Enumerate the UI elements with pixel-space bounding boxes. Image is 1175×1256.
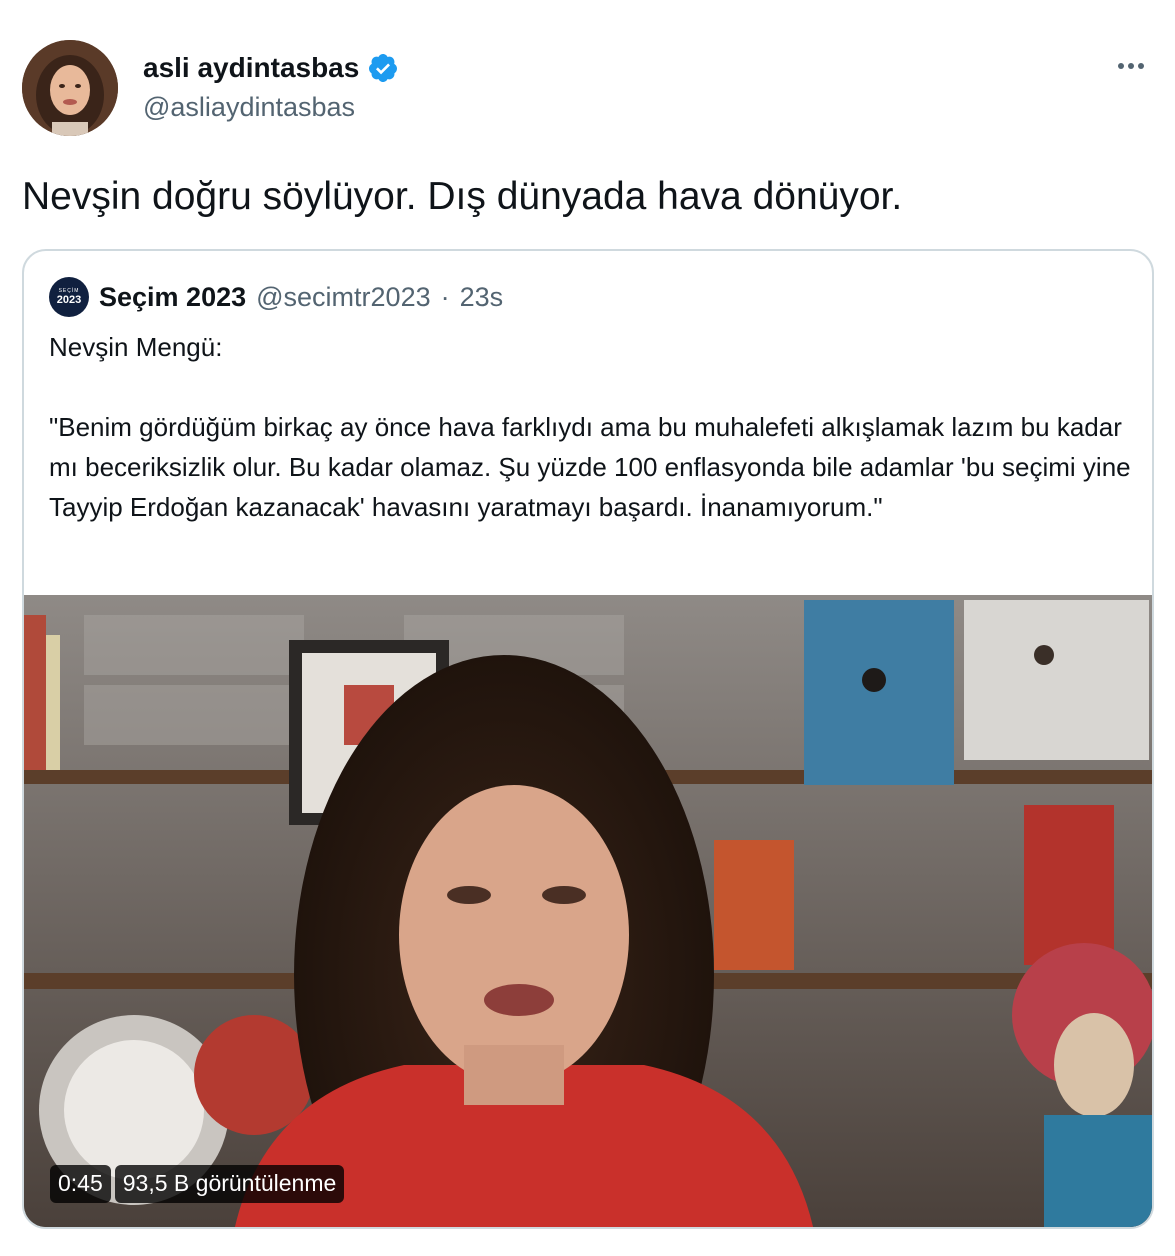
video-overlay-badges: 0:45 93,5 B görüntülenme bbox=[50, 1165, 345, 1203]
author-handle[interactable]: @asliaydintasbas bbox=[143, 92, 355, 123]
more-dot-icon bbox=[1138, 63, 1144, 69]
tweet: asli aydintasbas @asliaydintasbas Nevşin… bbox=[0, 0, 1175, 1256]
author-avatar-photo bbox=[22, 40, 118, 136]
quoted-tweet-text: Nevşin Mengü: "Benim gördüğüm birkaç ay … bbox=[49, 332, 1131, 522]
tweet-text: Nevşin doğru söylüyor. Dış dünyada hava … bbox=[22, 175, 903, 218]
video-views-badge: 93,5 B görüntülenme bbox=[114, 1165, 345, 1203]
video-duration-badge: 0:45 bbox=[50, 1165, 111, 1203]
quoted-avatar-logo-year: 2023 bbox=[56, 294, 82, 306]
video-player[interactable]: 0:45 93,5 B görüntülenme bbox=[24, 595, 1152, 1227]
more-dot-icon bbox=[1118, 63, 1124, 69]
verified-badge-icon bbox=[367, 52, 399, 84]
quoted-tweet-header: SEÇİM 2023 Seçim 2023 @secimtr2023 · 23s bbox=[49, 277, 503, 317]
quoted-handle[interactable]: @secimtr2023 bbox=[256, 282, 430, 313]
quoted-timestamp[interactable]: 23s bbox=[460, 282, 504, 313]
more-dot-icon bbox=[1128, 63, 1134, 69]
quoted-separator: · bbox=[440, 281, 450, 312]
more-options-button[interactable] bbox=[1111, 50, 1151, 82]
author-name-row: asli aydintasbas bbox=[143, 50, 399, 86]
video-thumbnail bbox=[24, 595, 1152, 1227]
quoted-author-avatar[interactable]: SEÇİM 2023 bbox=[49, 277, 89, 317]
author-display-name[interactable]: asli aydintasbas bbox=[143, 52, 359, 84]
quoted-tweet[interactable]: SEÇİM 2023 Seçim 2023 @secimtr2023 · 23s… bbox=[22, 249, 1154, 1229]
author-avatar[interactable] bbox=[22, 40, 118, 136]
quoted-display-name[interactable]: Seçim 2023 bbox=[99, 282, 246, 313]
